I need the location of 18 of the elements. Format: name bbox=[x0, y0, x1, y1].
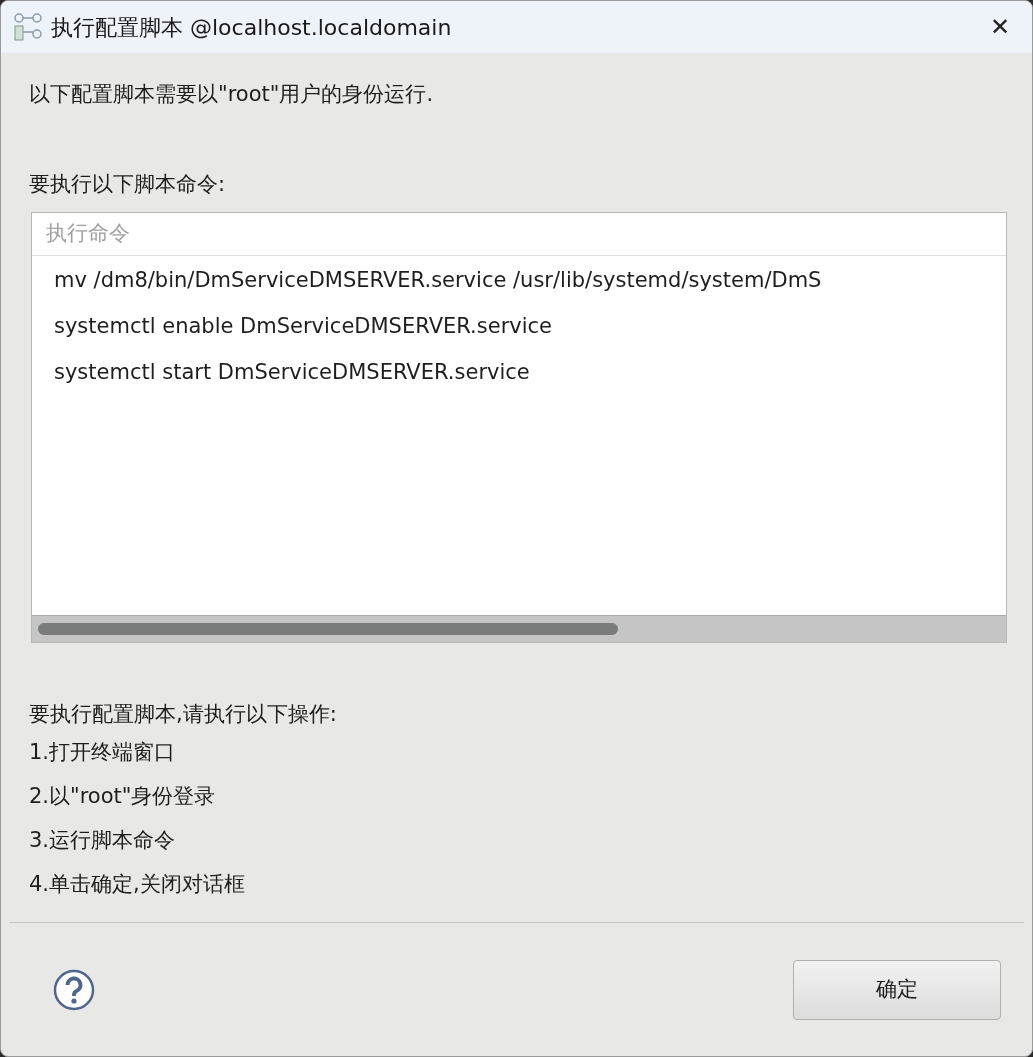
scrollbar-thumb[interactable] bbox=[38, 623, 618, 635]
ok-button[interactable]: 确定 bbox=[793, 959, 1001, 1020]
column-header: 执行命令 bbox=[46, 220, 130, 248]
step-text: 1.打开终端窗口 bbox=[29, 738, 177, 766]
command-cell-text: systemctl enable DmServiceDMSERVER.service bbox=[54, 313, 552, 341]
horizontal-scrollbar[interactable] bbox=[32, 615, 1006, 642]
window-title: 执行配置脚本 @localhost.localdomain bbox=[51, 13, 452, 42]
step-text: 4.单击确定,关闭对话框 bbox=[29, 870, 246, 898]
command-cell-text: mv /dm8/bin/DmServiceDMSERVER.service /usr/lib/systemd/system/DmS bbox=[54, 267, 822, 295]
step-text: 2.以"root"身份登录 bbox=[29, 782, 217, 810]
help-icon[interactable] bbox=[53, 968, 95, 1011]
intro-text: 以下配置脚本需要以"root"用户的身份运行. bbox=[29, 81, 435, 108]
commands-label: 要执行以下脚本命令: bbox=[29, 170, 227, 198]
step-text: 3.运行脚本命令 bbox=[29, 826, 177, 854]
app-icon bbox=[11, 12, 45, 42]
close-button[interactable]: ✕ bbox=[982, 9, 1018, 45]
steps-label: 要执行配置脚本,请执行以下操作: bbox=[29, 701, 338, 728]
command-cell-text: systemctl start DmServiceDMSERVER.service bbox=[54, 359, 530, 387]
